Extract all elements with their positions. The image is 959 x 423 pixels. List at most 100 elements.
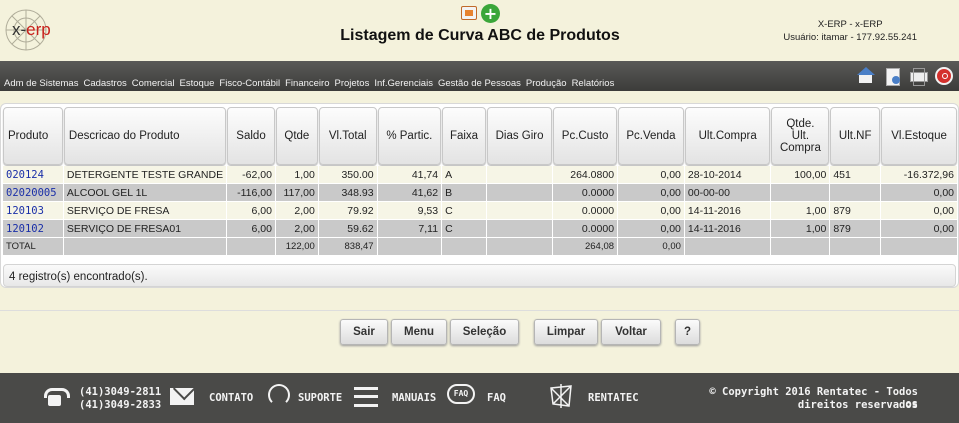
cell-total-faixa [442, 238, 486, 255]
cell-ult-nf: 451 [830, 166, 881, 183]
menu-item-inf-gerenciais[interactable]: Inf.Gerenciais [374, 78, 433, 89]
col-pc-venda[interactable]: Pc.Venda [618, 107, 684, 165]
menu-item-fisco-contabil[interactable]: Fisco-Contábil [219, 78, 280, 89]
cell-faixa: C [442, 202, 486, 219]
cell-produto[interactable]: 020124 [3, 166, 63, 183]
cell-saldo: -116,00 [227, 184, 275, 201]
menu-item-adm-sistemas[interactable]: Adm de Sistemas [4, 78, 78, 89]
cell-ult-compra: 14-11-2016 [684, 220, 771, 237]
menu-item-comercial[interactable]: Comercial [132, 78, 175, 89]
cell-vl-estoque: 0,00 [881, 220, 957, 237]
col-ult-compra[interactable]: Ult.Compra [684, 107, 771, 165]
home-icon[interactable] [857, 67, 875, 85]
cell-pc-custo: 0.0000 [553, 184, 618, 201]
table-row[interactable]: 120103 SERVIÇO DE FRESA 6,00 2,00 79.92 … [3, 202, 957, 219]
cell-total-qtde: 122,00 [275, 238, 318, 255]
col-vl-total[interactable]: Vl.Total [318, 107, 377, 165]
cell-ult-compra: 00-00-00 [684, 184, 771, 201]
contato-link[interactable]: CONTATO [209, 392, 253, 404]
cell-ult-nf: 879 [830, 202, 881, 219]
table-row[interactable]: 120102 SERVIÇO DE FRESA01 6,00 2,00 59.6… [3, 220, 957, 237]
cell-ult-nf [830, 184, 881, 201]
rentatec-icon[interactable] [547, 382, 575, 410]
header: x-erp + Listagem de Curva ABC de Produto… [0, 0, 959, 60]
faq-link[interactable]: FAQ [487, 392, 506, 404]
cell-total-descricao [63, 238, 227, 255]
col-ult-nf[interactable]: Ult.NF [830, 107, 881, 165]
col-dias-giro[interactable]: Dias Giro [486, 107, 553, 165]
cell-qtde: 2,00 [275, 202, 318, 219]
cell-qtde: 2,00 [275, 220, 318, 237]
mail-icon[interactable] [170, 388, 194, 405]
menu-item-producao[interactable]: Produção [526, 78, 567, 89]
headset-icon[interactable] [268, 384, 290, 406]
main-menu-bar: Adm de Sistemas Cadastros Comercial Estoque… [0, 61, 959, 91]
cell-qtde-ult-compra: 100,00 [771, 166, 830, 183]
col-qtde-ult-compra[interactable]: Qtde. Ult. Compra [771, 107, 830, 165]
cell-saldo: 6,00 [227, 202, 275, 219]
footer: (41)3049-2811 (41)3049-2833 CONTATO SUPO… [0, 373, 959, 423]
add-icon[interactable]: + [481, 4, 500, 23]
table-row[interactable]: 02020005 ALCOOL GEL 1L -116,00 117,00 34… [3, 184, 957, 201]
suporte-link[interactable]: SUPORTE [298, 392, 342, 404]
cell-pc-custo: 0.0000 [553, 220, 618, 237]
report-icon[interactable] [461, 6, 477, 20]
cell-descricao: DETERGENTE TESTE GRANDE [63, 166, 227, 183]
menu-item-gestao-pessoas[interactable]: Gestão de Pessoas [438, 78, 521, 89]
cell-qtde-ult-compra [771, 184, 830, 201]
books-icon[interactable] [354, 387, 378, 407]
system-name: X-ERP - x-ERP [817, 19, 883, 30]
logo-text: x-erp [12, 20, 51, 39]
cell-produto[interactable]: 02020005 [3, 184, 63, 201]
x-erp-logo: x-erp [2, 6, 64, 56]
menu-item-relatorios[interactable]: Relatórios [572, 78, 615, 89]
cell-pc-venda: 0,00 [618, 184, 684, 201]
selecao-button[interactable]: Seleção [450, 319, 519, 345]
col-partic[interactable]: % Partic. [377, 107, 442, 165]
printer-icon[interactable] [909, 67, 928, 86]
cell-total-vl-estoque [881, 238, 957, 255]
cell-descricao: SERVIÇO DE FRESA01 [63, 220, 227, 237]
faq-icon[interactable]: FAQ [447, 384, 475, 404]
document-icon[interactable] [883, 67, 901, 86]
phone-icon [44, 386, 70, 408]
system-info: X-ERP - x-ERP Usuário: itamar - 177.92.5… [783, 18, 917, 44]
cell-vl-estoque: -16.372,96 [881, 166, 957, 183]
total-label: TOTAL [3, 238, 63, 255]
cell-produto[interactable]: 120103 [3, 202, 63, 219]
toolbar-icons [849, 67, 953, 86]
menu-items: Adm de Sistemas Cadastros Comercial Estoque… [4, 71, 619, 90]
manuais-link[interactable]: MANUAIS [392, 392, 436, 404]
exit-icon[interactable] [935, 67, 953, 85]
table-row[interactable]: 020124 DETERGENTE TESTE GRANDE -62,00 1,… [3, 166, 957, 183]
phone-number-1: (41)3049-2811 [79, 386, 162, 398]
help-button[interactable]: ? [675, 319, 700, 345]
col-produto[interactable]: Produto [3, 107, 63, 165]
cell-saldo: -62,00 [227, 166, 275, 183]
cell-partic: 41,74 [377, 166, 442, 183]
col-descricao[interactable]: Descricao do Produto [63, 107, 227, 165]
limpar-button[interactable]: Limpar [534, 319, 598, 345]
col-pc-custo[interactable]: Pc.Custo [553, 107, 618, 165]
cell-vl-total: 350.00 [318, 166, 377, 183]
abc-products-table: Produto Descricao do Produto Saldo Qtde … [2, 106, 958, 256]
voltar-button[interactable]: Voltar [601, 319, 661, 345]
cell-ult-nf: 879 [830, 220, 881, 237]
menu-item-estoque[interactable]: Estoque [180, 78, 215, 89]
cell-total-pc-venda: 0,00 [618, 238, 684, 255]
copyright-line-2: direitos reservados [797, 399, 918, 411]
col-saldo[interactable]: Saldo [227, 107, 275, 165]
rentatec-link[interactable]: RENTATEC [588, 392, 639, 404]
col-vl-estoque[interactable]: Vl.Estoque [881, 107, 957, 165]
menu-button[interactable]: Menu [391, 319, 447, 345]
cell-descricao: SERVIÇO DE FRESA [63, 202, 227, 219]
col-qtde[interactable]: Qtde [275, 107, 318, 165]
results-grid: Produto Descricao do Produto Saldo Qtde … [0, 103, 959, 288]
col-faixa[interactable]: Faixa [442, 107, 486, 165]
menu-item-financeiro[interactable]: Financeiro [285, 78, 329, 89]
cell-produto[interactable]: 120102 [3, 220, 63, 237]
menu-item-cadastros[interactable]: Cadastros [83, 78, 126, 89]
menu-item-projetos[interactable]: Projetos [334, 78, 369, 89]
sair-button[interactable]: Sair [340, 319, 388, 345]
cell-pc-custo: 0.0000 [553, 202, 618, 219]
